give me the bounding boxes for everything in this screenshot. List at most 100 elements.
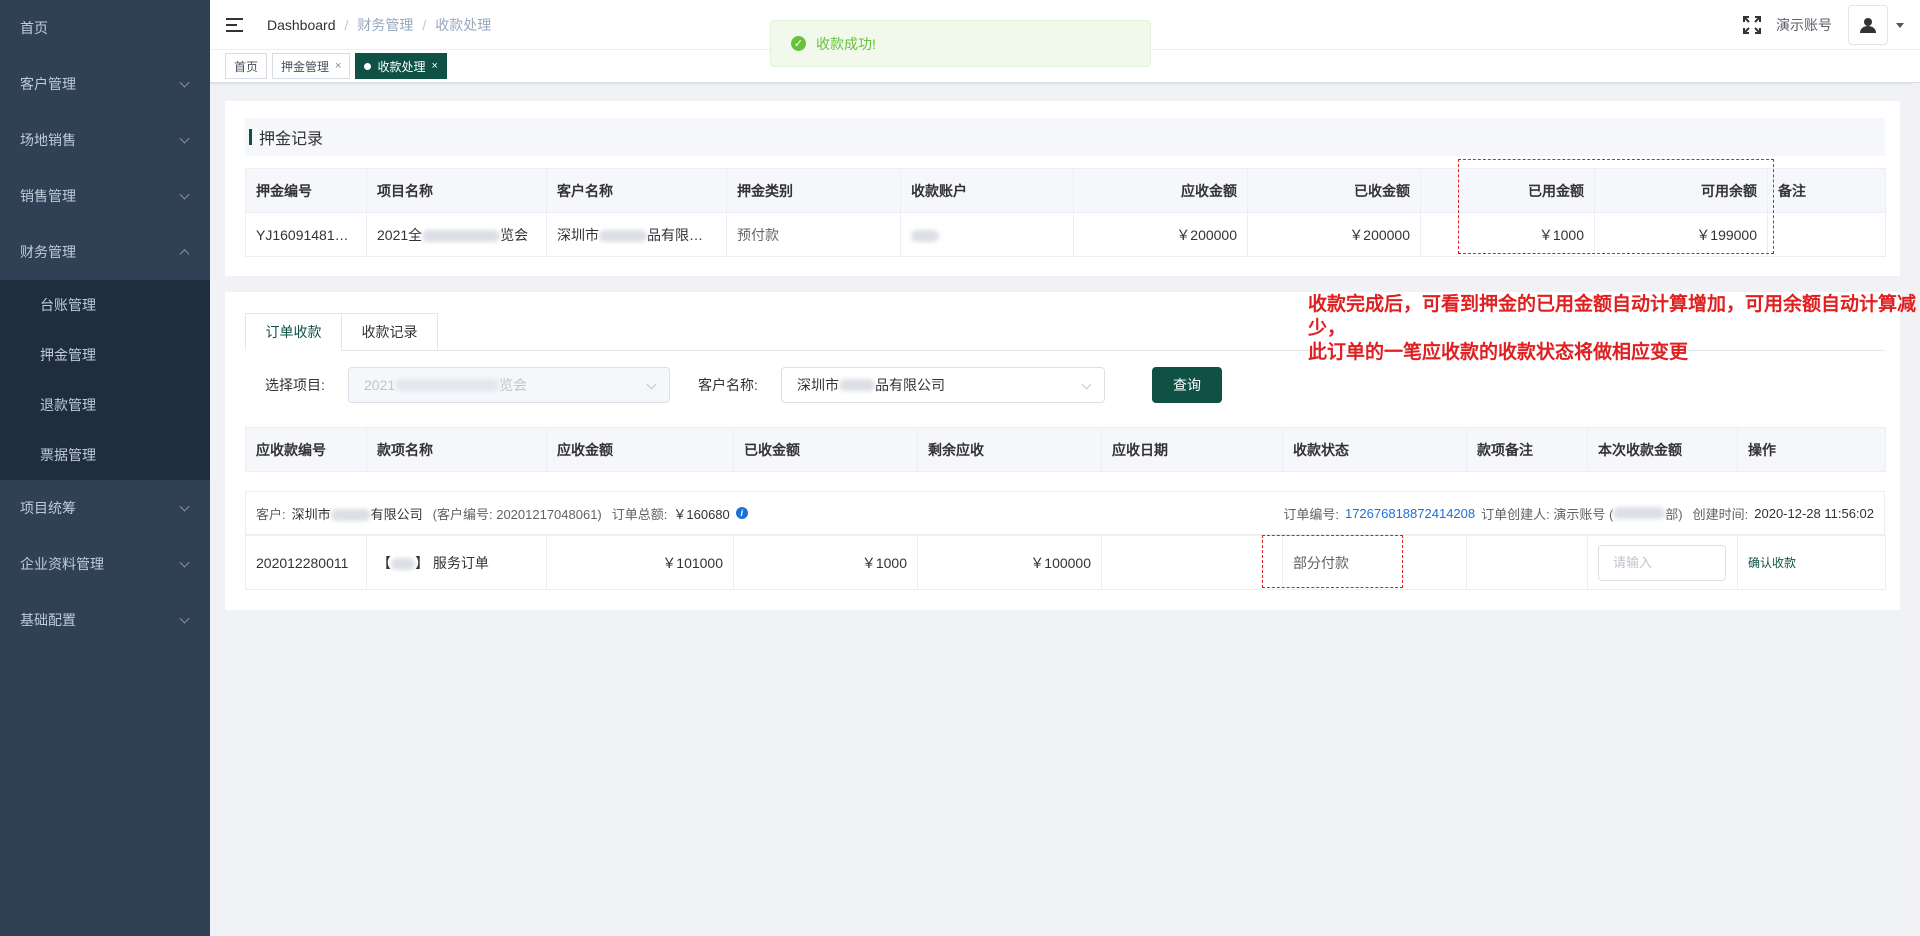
tag-label: 首页: [234, 59, 259, 74]
receivable-id: 202012280011: [245, 535, 367, 590]
section-title: 押金记录: [259, 131, 324, 148]
column-header: 应收金额: [546, 427, 734, 472]
sidebar-item-customers[interactable]: 客户管理: [0, 56, 210, 112]
toast-message: 收款成功!: [816, 35, 876, 52]
success-check-icon: ✓: [791, 36, 806, 51]
sidebar-item-finance[interactable]: 财务管理: [0, 224, 210, 280]
account-name[interactable]: 演示账号: [1776, 15, 1832, 35]
success-toast: ✓ 收款成功!: [770, 20, 1151, 67]
close-icon[interactable]: ×: [335, 60, 341, 72]
order-customer: 深圳市 有限公司: [291, 506, 423, 522]
avatar[interactable]: [1848, 5, 1888, 45]
column-header: 款项备注: [1466, 427, 1588, 472]
receiving-account: [900, 212, 1074, 257]
item-remark: [1466, 535, 1588, 590]
column-header: 应收款编号: [245, 427, 367, 472]
due-date: [1101, 535, 1283, 590]
order-creator: 订单创建人: 演示账号 (: [1481, 506, 1614, 522]
confirm-payment-link[interactable]: 确认收款: [1748, 556, 1796, 570]
sidebar-item-label: 场地销售: [20, 132, 76, 148]
sidebar-item-deposit[interactable]: 押金管理: [0, 330, 210, 380]
annotation-text: 收款完成后，可看到押金的已用金额自动计算增加，可用余额自动计算减少， 此订单的一…: [1308, 293, 1917, 363]
deposit-panel: 押金记录 押金编号 项目名称 客户名称 押金类别 收款账户 应收金额 已收金额 …: [225, 101, 1900, 276]
info-icon[interactable]: i: [735, 507, 748, 519]
navbar-right: 演示账号: [1742, 0, 1920, 50]
tag-deposit[interactable]: 押金管理 ×: [272, 53, 351, 79]
sidebar-item-invoice[interactable]: 票据管理: [0, 430, 210, 480]
breadcrumb-current: 收款处理: [435, 16, 492, 33]
used-amount: ￥1000: [1420, 212, 1595, 257]
breadcrumb-finance: 财务管理: [357, 16, 414, 33]
sidebar-item-label: 首页: [20, 20, 48, 36]
order-receivable: ￥101000: [546, 535, 734, 590]
sidebar-item-base-config[interactable]: 基础配置: [0, 592, 210, 648]
sidebar-item-label: 退款管理: [40, 397, 96, 413]
filter-row: 选择项目: 2021 览会 客户名称: 深圳市 品有限公司 查询: [245, 367, 1885, 403]
query-button[interactable]: 查询: [1152, 367, 1222, 403]
payment-amount-input[interactable]: [1598, 544, 1726, 581]
column-header: 已收金额: [733, 427, 918, 472]
sidebar-item-sales[interactable]: 销售管理: [0, 168, 210, 224]
column-header: 客户名称: [546, 168, 727, 213]
breadcrumb-separator: /: [344, 16, 349, 33]
amount-cell: [1587, 535, 1738, 590]
order-total: ￥160680: [673, 506, 730, 522]
remark: [1767, 212, 1886, 257]
sidebar-item-label: 企业资料管理: [20, 556, 104, 572]
order-created-time: 2020-12-28 11:56:02: [1754, 505, 1874, 521]
chevron-down-icon: [179, 133, 190, 144]
sidebar-item-venue-sales[interactable]: 场地销售: [0, 112, 210, 168]
column-header: 收款状态: [1282, 427, 1467, 472]
column-header: 已收金额: [1247, 168, 1421, 213]
active-dot-icon: [364, 62, 372, 70]
sidebar-item-label: 项目统筹: [20, 500, 76, 516]
main-area: Dashboard / 财务管理 / 收款处理 演示账号 首页 押金管理 × 收款…: [210, 0, 1920, 936]
order-info-row: 客户: 深圳市 有限公司 (客户编号: 20201217048061) 订单总额:…: [245, 491, 1885, 535]
breadcrumb-dashboard[interactable]: Dashboard: [267, 17, 336, 33]
chevron-down-icon: [179, 613, 190, 624]
tag-home[interactable]: 首页: [225, 53, 268, 79]
sidebar-item-label: 销售管理: [20, 188, 76, 204]
order-number-link[interactable]: 172676818872414208: [1345, 506, 1475, 521]
chevron-down-icon: [179, 77, 190, 88]
chevron-up-icon: [179, 249, 190, 260]
orders-table-body: 202012280011 【】 服务订单 ￥101000 ￥1000 ￥1000…: [245, 535, 1886, 590]
order-received: ￥1000: [733, 535, 918, 590]
item-name: 【】 服务订单: [366, 535, 547, 590]
order-remaining: ￥100000: [917, 535, 1102, 590]
sidebar-item-ledger[interactable]: 台账管理: [0, 280, 210, 330]
project-select[interactable]: 2021 览会: [348, 367, 670, 403]
payment-status: 部分付款: [1282, 535, 1467, 590]
sidebar-item-projects[interactable]: 项目统筹: [0, 480, 210, 536]
project-label: 选择项目:: [265, 377, 325, 393]
column-header: 项目名称: [366, 168, 547, 213]
sidebar-item-home[interactable]: 首页: [0, 0, 210, 56]
table-row: 202012280011 【】 服务订单 ￥101000 ￥1000 ￥1000…: [245, 535, 1886, 590]
section-header: 押金记录: [245, 118, 1885, 156]
column-header: 款项名称: [366, 427, 547, 472]
sidebar-item-company-data[interactable]: 企业资料管理: [0, 536, 210, 592]
column-header: 剩余应收: [917, 427, 1102, 472]
caret-down-icon[interactable]: [1896, 22, 1904, 28]
column-header: 本次收款金额: [1587, 427, 1738, 472]
fullscreen-icon[interactable]: [1742, 15, 1762, 35]
project-name: 2021全 览会: [366, 212, 547, 257]
tag-label: 押金管理: [281, 59, 330, 74]
sidebar-item-label: 客户管理: [20, 76, 76, 92]
tab-order-payment[interactable]: 订单收款: [245, 313, 342, 351]
receivable-amount: ￥200000: [1073, 212, 1248, 257]
customer-select[interactable]: 深圳市 品有限公司: [781, 367, 1105, 403]
column-header: 已用金额: [1420, 168, 1595, 213]
column-header: 应收金额: [1073, 168, 1248, 213]
close-icon[interactable]: ×: [431, 60, 437, 72]
column-header: 押金编号: [245, 168, 367, 213]
hamburger-icon[interactable]: [226, 17, 243, 32]
sidebar-item-label: 押金管理: [40, 347, 96, 363]
customer-label: 客户名称:: [698, 377, 758, 393]
scrollbar[interactable]: [1912, 83, 1920, 936]
tab-payment-records[interactable]: 收款记录: [341, 313, 438, 351]
chevron-down-icon: [179, 189, 190, 200]
tag-payment[interactable]: 收款处理 ×: [355, 53, 447, 79]
sidebar-item-refund[interactable]: 退款管理: [0, 380, 210, 430]
deposit-category: 预付款: [726, 212, 901, 257]
